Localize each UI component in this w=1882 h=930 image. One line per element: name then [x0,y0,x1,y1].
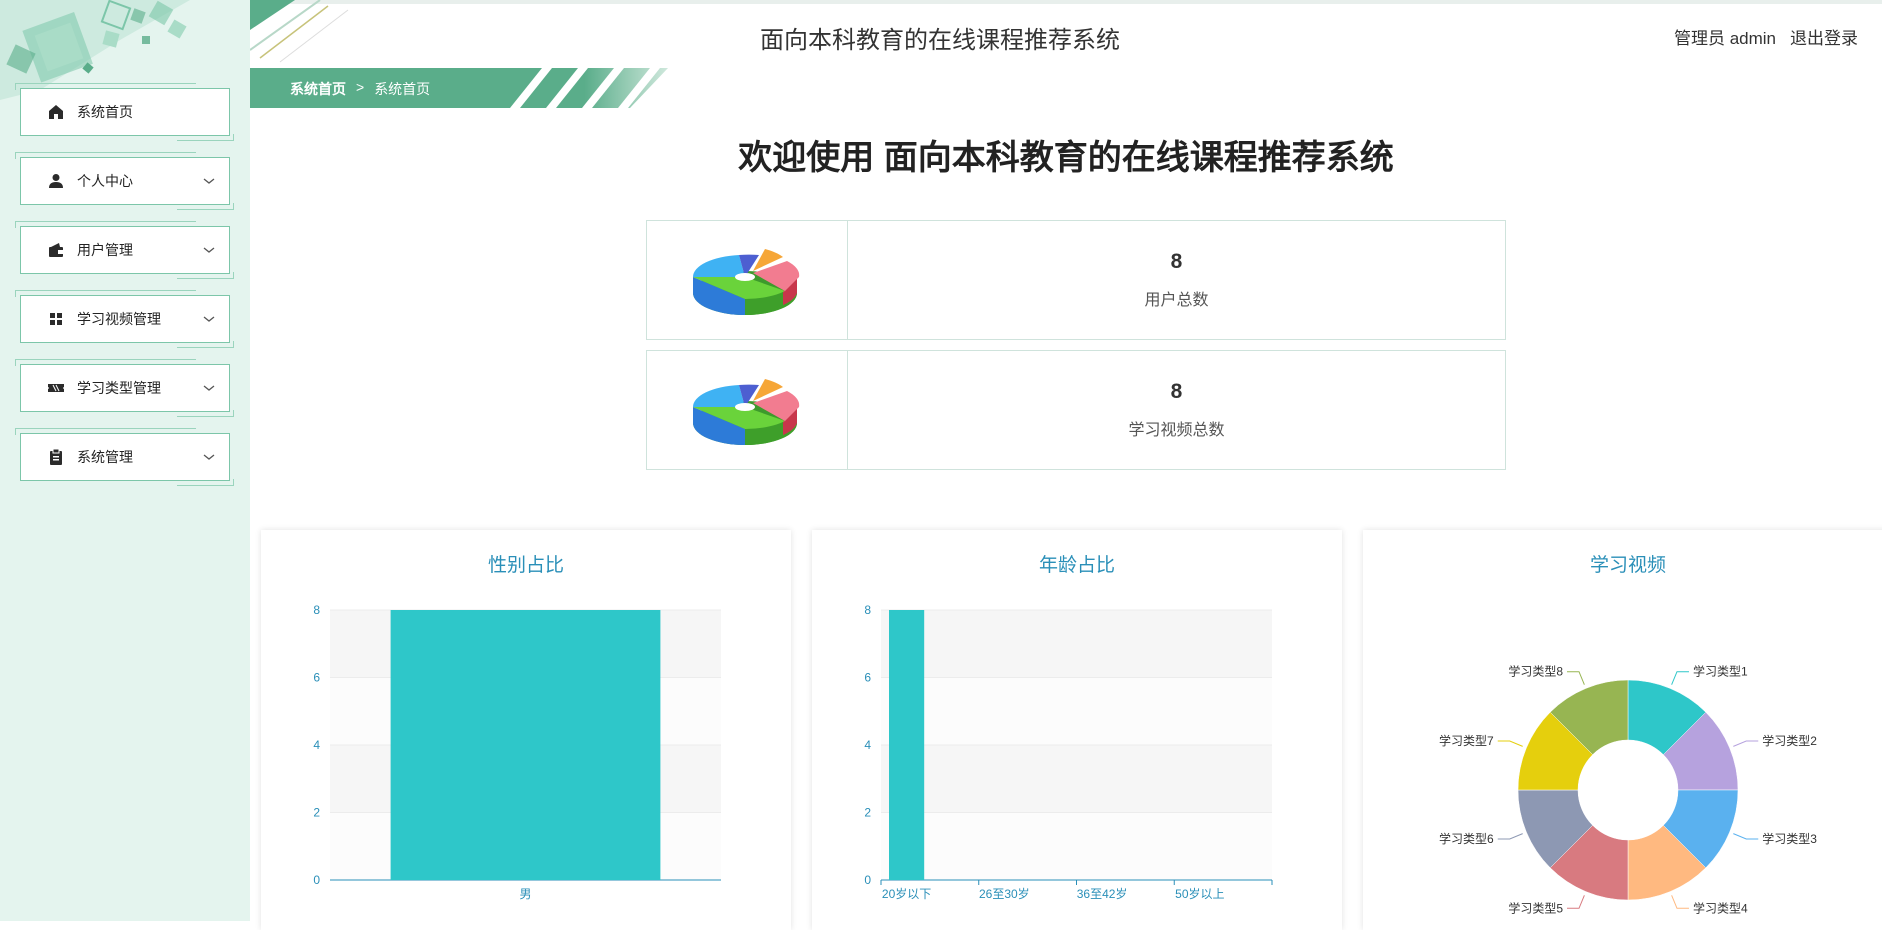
sidebar-item-label: 用户管理 [77,242,133,258]
sidebar-item-label: 学习类型管理 [77,380,161,396]
breadcrumb-separator: > [356,79,365,95]
sidebar-item-label: 系统管理 [77,449,133,465]
current-user: 管理员 admin [1673,29,1776,48]
label-line [1497,740,1523,747]
y-tick-label: 4 [313,738,320,752]
chart-panel-age: 年龄占比 0 2 4 6 8 20岁以下 26至30岁 36至42岁 50岁以上 [812,530,1342,930]
bar [889,610,925,880]
chevron-down-icon [203,316,215,322]
pie-3d-icon [692,249,800,315]
slice-label: 学习类型3 [1762,831,1817,846]
sidebar-item-5[interactable]: 学习类型管理 [15,359,234,417]
x-tick-label: 26至30岁 [979,886,1030,901]
x-tick-label: 50岁以上 [1175,886,1224,901]
sidebar-item-6[interactable]: 系统管理 [15,428,234,486]
sidebar-item-1[interactable]: 系统首页 [15,83,234,141]
grid-band [881,610,1272,678]
slice-label: 学习类型7 [1439,733,1494,748]
label-line [1567,895,1585,909]
label-line [1733,833,1759,840]
breadcrumb-current: 系统首页 [374,81,431,97]
clipboard-icon [47,448,65,466]
ticket-icon [47,379,65,397]
sidebar-item-label: 个人中心 [77,173,133,189]
chart-panel-gender: 性别占比 02468男 [261,530,791,930]
y-tick-label: 4 [864,738,871,752]
sidebar-item-2[interactable]: 个人中心 [15,152,234,210]
slice-label: 学习类型8 [1508,664,1563,679]
video-type-donut-chart: 学习类型1 学习类型2 学习类型3 学习类型4 学习类型5 学习类型6 学习类型7 学习类型8 [1439,664,1817,916]
slice-label: 学习类型2 [1762,733,1817,748]
x-tick-label: 20岁以下 [882,886,931,901]
stat-card-users: 8 用户总数 [646,220,1506,340]
y-tick-label: 2 [313,806,320,820]
grid-band [881,745,1272,813]
grid-band [881,677,1272,745]
system-title: 面向本科教育的在线课程推荐系统 [760,27,1120,54]
sidebar-item-3[interactable]: 用户管理 [15,221,234,279]
breadcrumb: 系统首页 > 系统首页 [290,79,430,99]
chevron-down-icon [203,454,215,460]
welcome-heading: 欢迎使用 面向本科教育的在线课程推荐系统 [738,139,1394,177]
breadcrumb-home[interactable]: 系统首页 [290,79,346,99]
chevron-down-icon [203,385,215,391]
stat-card-videos: 8 学习视频总数 [646,350,1506,470]
chart-panel-videos: 学习视频 学习类型1 学习类型2 学习类型3 学习类型4 学习类型5 学习类型6 学习类型7… [1363,530,1882,930]
grid-band [881,812,1272,880]
sidebar: 系统首页个人中心用户管理学习视频管理 学习类型管理 系统管理 [0,0,250,921]
bar [390,610,661,880]
x-tick-label: 36至42岁 [1077,886,1128,901]
stat-label: 用户总数 [1144,292,1209,309]
stat-value: 8 [1170,380,1183,403]
stat-image-cell [647,351,848,469]
label-line [1671,671,1689,685]
y-tick-label: 0 [313,873,320,887]
gender-bar-chart: 0 2 4 6 8 男 [313,603,721,901]
slice-label: 学习类型4 [1693,900,1748,915]
slice-label: 学习类型5 [1508,900,1563,915]
x-tick-label: 男 [519,887,531,901]
stat-value: 8 [1170,250,1183,273]
y-tick-label: 2 [864,806,871,820]
stat-image-cell [647,221,848,339]
y-tick-label: 0 [864,873,871,887]
chevron-down-icon [203,247,215,253]
label-line [1671,895,1689,909]
label-line [1733,740,1759,747]
pie-3d-icon [692,379,800,445]
stat-text-cell: 8 用户总数 [848,221,1505,339]
label-line [1567,671,1585,685]
slice-label: 学习类型6 [1439,831,1494,846]
chevron-down-icon [203,178,215,184]
stat-text-cell: 8 学习视频总数 [848,351,1505,469]
age-bar-chart: 0 2 4 6 8 20岁以下 26至30岁 36至42岁 50岁以上 [864,603,1273,901]
user-icon [47,172,65,190]
y-tick-label: 8 [313,603,320,617]
sidebar-item-label: 学习视频管理 [77,311,161,327]
logout-link[interactable]: 退出登录 [1790,24,1858,49]
wallet-icon [47,241,65,259]
grid-icon [47,310,65,328]
slice-label: 学习类型1 [1693,664,1748,679]
user-area: 管理员 admin 退出登录 [1674,24,1858,49]
stat-label: 学习视频总数 [1128,422,1225,439]
y-tick-label: 6 [864,671,871,685]
y-tick-label: 8 [864,603,871,617]
home-icon [47,103,65,121]
y-tick-label: 6 [313,671,320,685]
sidebar-item-label: 系统首页 [77,104,133,120]
sidebar-item-4[interactable]: 学习视频管理 [15,290,234,348]
label-line [1497,833,1523,840]
